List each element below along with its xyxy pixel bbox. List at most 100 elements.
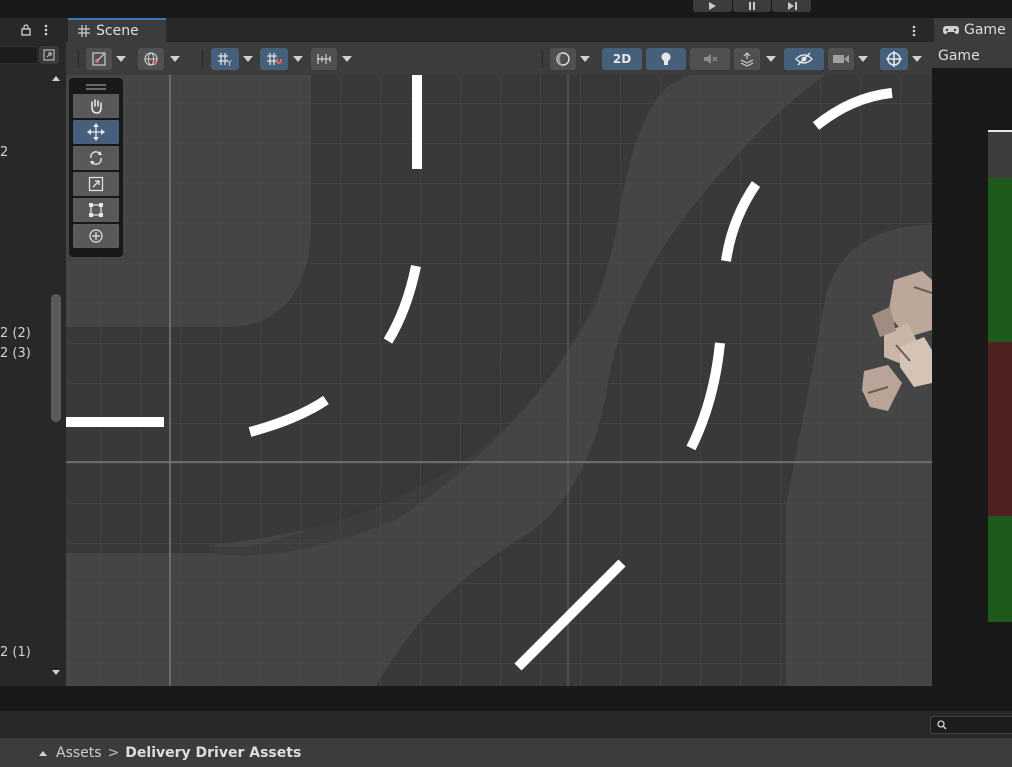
layers-icon bbox=[740, 52, 754, 67]
scale-icon bbox=[88, 176, 104, 192]
chevron-down-icon bbox=[116, 56, 126, 62]
draw-mode-icon bbox=[92, 52, 106, 66]
rotate-icon bbox=[90, 151, 102, 165]
transform-icon bbox=[89, 229, 103, 243]
breadcrumb: Assets > Delivery Driver Assets bbox=[0, 737, 1012, 767]
hierarchy-expand-button[interactable] bbox=[39, 46, 59, 64]
scroll-up-icon[interactable] bbox=[38, 748, 48, 758]
svg-text:Y: Y bbox=[226, 59, 232, 67]
shading-mode-dropdown[interactable] bbox=[578, 48, 592, 70]
hierarchy-scrollbar[interactable] bbox=[51, 294, 61, 422]
gizmos-dropdown[interactable] bbox=[910, 48, 924, 70]
magnet-icon bbox=[267, 53, 282, 65]
hierarchy-item[interactable]: 2 (2) bbox=[0, 326, 31, 341]
chevron-down-icon bbox=[912, 56, 922, 62]
rect-transform-icon bbox=[89, 203, 103, 217]
game-view-dropdown[interactable]: Game bbox=[932, 42, 1012, 68]
scene-canvas[interactable] bbox=[66, 75, 932, 686]
transform-tool-button[interactable] bbox=[73, 224, 119, 248]
project-tabbar bbox=[0, 687, 1012, 711]
hierarchy-item[interactable]: 2 (1) bbox=[0, 645, 31, 660]
game-preview-road bbox=[988, 132, 1012, 178]
audio-mute-icon bbox=[704, 54, 718, 64]
lightbulb-icon bbox=[661, 52, 671, 65]
step-icon bbox=[787, 2, 797, 10]
camera-icon bbox=[833, 55, 849, 63]
more-menu-icon[interactable] bbox=[42, 23, 50, 37]
effects-button[interactable] bbox=[734, 48, 760, 70]
step-button[interactable] bbox=[772, 0, 812, 12]
audio-toggle-button[interactable] bbox=[690, 48, 730, 70]
global-local-button[interactable] bbox=[138, 48, 164, 70]
hand-tool-button[interactable] bbox=[73, 94, 119, 118]
rotate-tool-button[interactable] bbox=[73, 146, 119, 170]
hierarchy-panel: 2 2 (2) 2 (3) 2 (1) bbox=[0, 18, 66, 686]
game-preview-green bbox=[988, 178, 1012, 342]
scene-viewport[interactable] bbox=[66, 75, 932, 686]
lighting-toggle-button[interactable] bbox=[646, 48, 686, 70]
project-toolbar bbox=[0, 711, 1012, 737]
chevron-down-icon bbox=[293, 56, 303, 62]
draw-mode-dropdown[interactable] bbox=[114, 48, 128, 70]
top-toolbar bbox=[0, 0, 1012, 18]
eye-hidden-icon bbox=[795, 52, 813, 66]
game-preview-green bbox=[988, 516, 1012, 622]
breadcrumb-separator: > bbox=[107, 744, 120, 761]
grid-snapping-button[interactable]: Y bbox=[211, 48, 239, 70]
move-tool-button[interactable] bbox=[73, 120, 119, 144]
scene-grid bbox=[66, 75, 932, 686]
more-menu-icon bbox=[912, 25, 916, 37]
drag-handle-icon[interactable] bbox=[73, 82, 119, 92]
scale-tool-button[interactable] bbox=[73, 172, 119, 196]
pause-icon bbox=[749, 2, 755, 10]
grid-visibility-dropdown[interactable] bbox=[340, 48, 354, 70]
project-panel: Assets > Delivery Driver Assets bbox=[0, 686, 1012, 767]
pause-button[interactable] bbox=[732, 0, 772, 12]
chevron-down-icon bbox=[243, 56, 253, 62]
chevron-down-icon bbox=[170, 56, 180, 62]
tab-game-label: Game bbox=[964, 22, 1006, 38]
hand-icon bbox=[91, 99, 102, 114]
scene-visibility-button[interactable] bbox=[784, 48, 824, 70]
lock-icon[interactable] bbox=[20, 24, 32, 36]
scene-more-menu[interactable] bbox=[909, 24, 919, 38]
mode-2d-button[interactable]: 2D bbox=[602, 48, 642, 70]
chevron-down-icon bbox=[580, 56, 590, 62]
scene-camera-button[interactable] bbox=[828, 48, 854, 70]
rect-tool-button[interactable] bbox=[73, 198, 119, 222]
scroll-up-icon[interactable] bbox=[51, 73, 61, 83]
scene-toolbar: Y 2D bbox=[66, 42, 932, 75]
chevron-down-icon bbox=[858, 56, 868, 62]
shading-mode-button[interactable] bbox=[550, 48, 576, 70]
scroll-down-icon[interactable] bbox=[51, 668, 61, 678]
playmode-controls bbox=[693, 0, 812, 12]
scene-camera-dropdown[interactable] bbox=[856, 48, 870, 70]
gamepad-icon bbox=[943, 26, 959, 35]
grid-visibility-button[interactable] bbox=[311, 48, 337, 70]
tab-scene-label: Scene bbox=[96, 23, 139, 39]
project-search-input[interactable] bbox=[930, 716, 1012, 734]
breadcrumb-root[interactable]: Assets bbox=[56, 745, 102, 761]
grid-icon bbox=[78, 25, 90, 37]
draw-mode-button[interactable] bbox=[86, 48, 112, 70]
mode-2d-label: 2D bbox=[612, 52, 632, 66]
gizmos-button[interactable] bbox=[880, 48, 908, 70]
shading-sphere-icon bbox=[556, 52, 570, 66]
breadcrumb-current[interactable]: Delivery Driver Assets bbox=[125, 745, 301, 761]
game-view[interactable] bbox=[932, 68, 1012, 686]
effects-dropdown[interactable] bbox=[764, 48, 778, 70]
tab-game[interactable]: Game bbox=[934, 18, 1012, 42]
hierarchy-item[interactable]: 2 (3) bbox=[0, 346, 31, 361]
scene-panel: Scene Y 2D bbox=[66, 18, 932, 686]
tab-scene[interactable]: Scene bbox=[68, 18, 166, 42]
ruler-icon bbox=[317, 54, 331, 64]
play-button[interactable] bbox=[693, 0, 732, 12]
hierarchy-search-input[interactable] bbox=[0, 46, 38, 64]
grid-snapping-dropdown[interactable] bbox=[241, 48, 255, 70]
chevron-down-icon bbox=[766, 56, 776, 62]
snap-increment-dropdown[interactable] bbox=[291, 48, 305, 70]
hierarchy-item[interactable]: 2 bbox=[0, 145, 8, 160]
snap-increment-button[interactable] bbox=[260, 48, 288, 70]
global-local-dropdown[interactable] bbox=[168, 48, 182, 70]
search-icon bbox=[937, 720, 947, 730]
